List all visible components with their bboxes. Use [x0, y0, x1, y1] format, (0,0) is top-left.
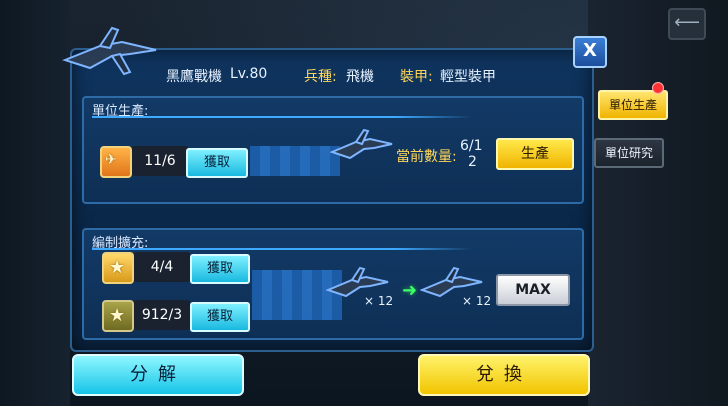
to-multiplier: × 12: [462, 294, 492, 308]
section-divider: [92, 248, 472, 250]
close-button[interactable]: X: [573, 36, 607, 68]
jet-fighter-icon: [330, 128, 393, 160]
expansion-row-count: 912/3: [134, 300, 190, 330]
exchange-button[interactable]: 兌換: [418, 354, 590, 396]
expansion-get-button[interactable]: 獲取: [190, 302, 250, 332]
tab-unit-research[interactable]: 單位研究: [594, 138, 664, 168]
armor-type-label: 裝甲:: [400, 69, 433, 85]
unit-type-label: 兵種:: [304, 69, 337, 85]
current-quantity-value: 6/1: [460, 138, 483, 154]
tab-unit-production[interactable]: 單位生產: [598, 90, 668, 120]
current-quantity-value-suffix: 2: [468, 154, 477, 170]
production-resource-count: 11/6: [132, 146, 188, 176]
notification-dot: [652, 82, 664, 94]
from-multiplier: × 12: [364, 294, 394, 308]
production-item-icon: ✈: [100, 146, 132, 178]
expansion-row-count: 4/4: [134, 252, 190, 282]
jet-fighter-icon: [62, 26, 157, 76]
unit-type-value: 飛機: [346, 69, 374, 85]
production-arrow-band: [250, 146, 340, 176]
background-right-panel: [588, 0, 728, 406]
section-divider: [92, 116, 472, 118]
current-quantity-label: 當前數量:: [396, 149, 457, 165]
upgrade-arrow-icon: ➜: [402, 280, 418, 301]
armor-type-value: 輕型裝甲: [440, 69, 496, 85]
disassemble-button[interactable]: 分解: [72, 354, 244, 396]
produce-button[interactable]: 生產: [496, 138, 574, 170]
unit-level: Lv.80: [230, 66, 268, 82]
expansion-get-button[interactable]: 獲取: [190, 254, 250, 284]
production-get-button[interactable]: 獲取: [186, 148, 248, 178]
max-button[interactable]: MAX: [496, 274, 570, 306]
unit-name: 黑鷹戰機: [166, 69, 222, 85]
top-right-corner-button[interactable]: ⟵: [668, 8, 706, 40]
gold-star-icon: ★: [102, 252, 134, 284]
olive-star-icon: ★: [102, 300, 134, 332]
